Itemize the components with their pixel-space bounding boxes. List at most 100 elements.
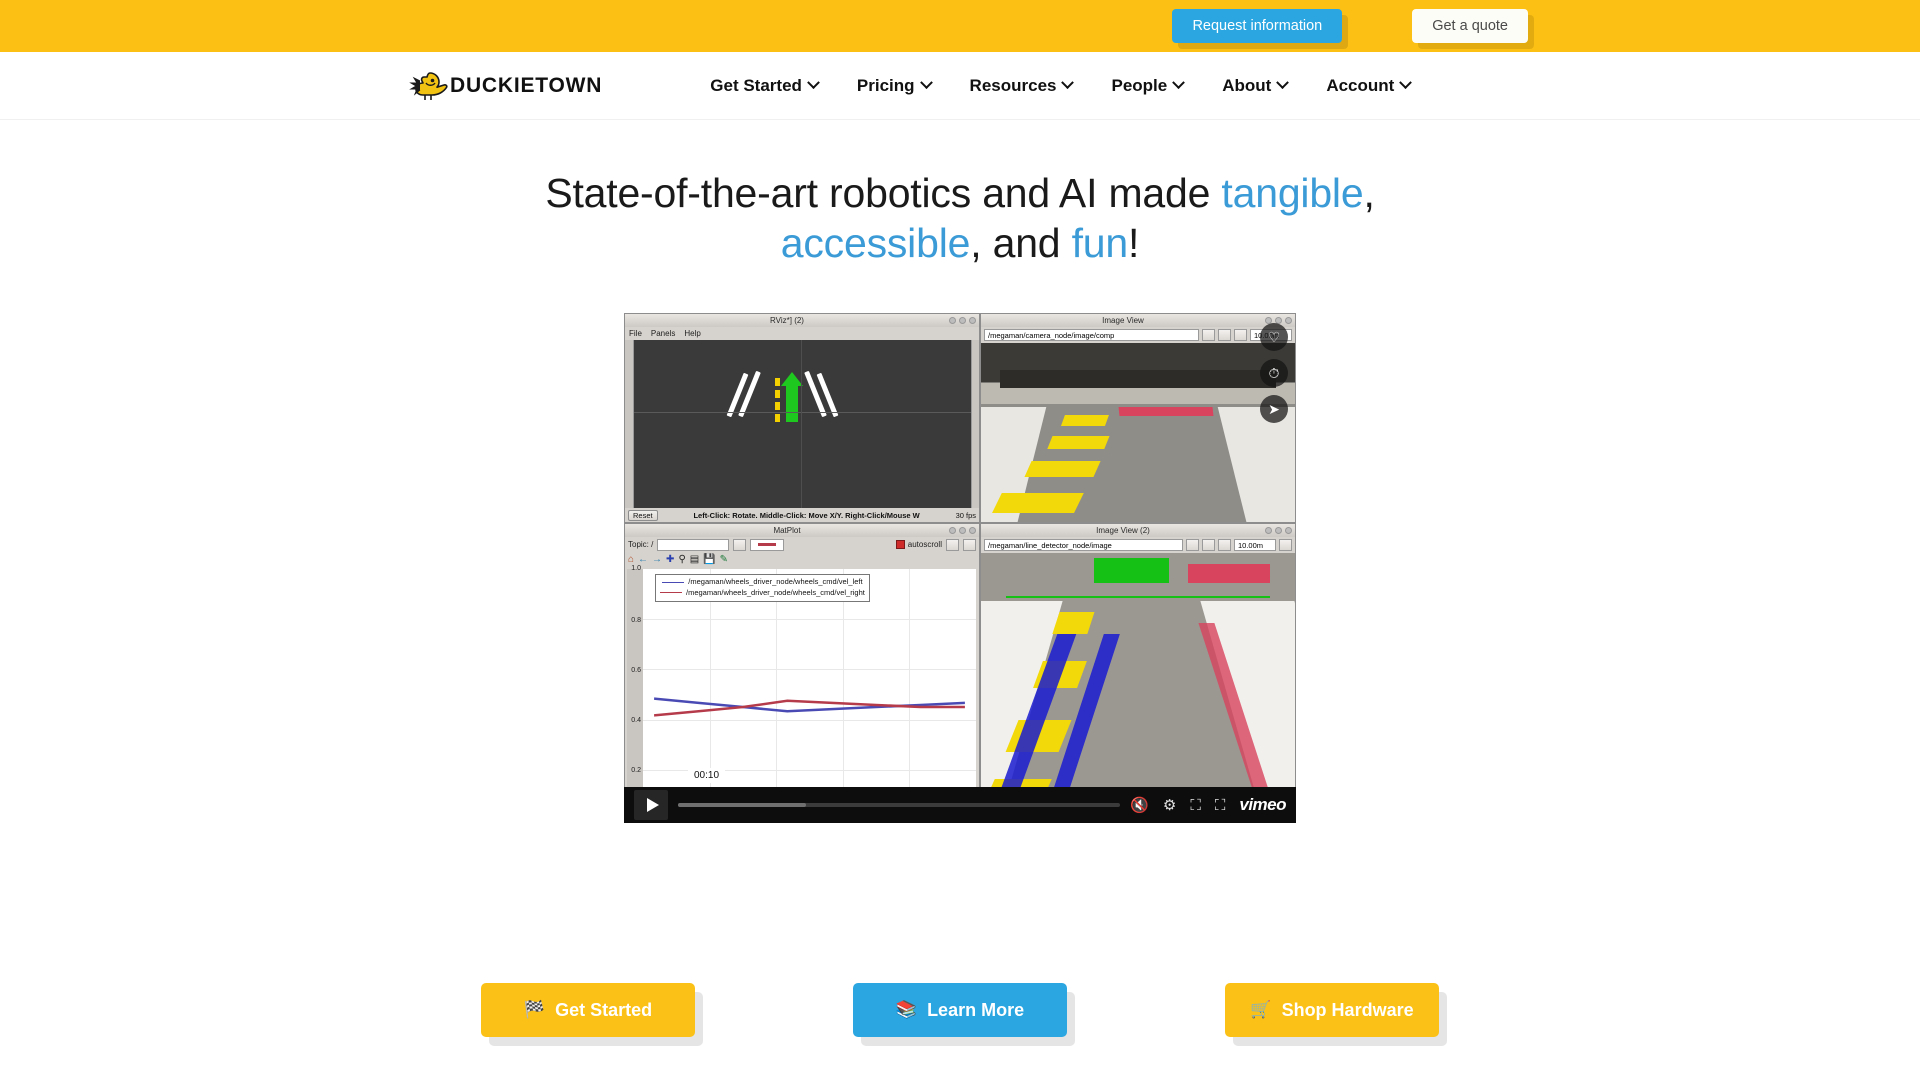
image-view-2-title: Image View (2) bbox=[1096, 526, 1150, 536]
books-icon: 📚 bbox=[895, 1000, 918, 1020]
image-view-1-topic-select[interactable]: /megaman/camera_node/image/comp bbox=[984, 329, 1199, 342]
edit-axis-icon[interactable]: ✎ bbox=[720, 554, 728, 565]
matplot-topic-row: Topic: / autoscroll bbox=[625, 537, 979, 553]
window-maximize-icon bbox=[959, 527, 966, 535]
rotate-icon[interactable] bbox=[1218, 539, 1231, 552]
nav-item-label: Account bbox=[1326, 75, 1395, 95]
get-started-label: Get Started bbox=[555, 999, 653, 1020]
save-icon[interactable] bbox=[1202, 539, 1215, 552]
home-icon[interactable]: ⌂ bbox=[628, 554, 634, 565]
legend-marker-vel-right bbox=[660, 592, 682, 594]
rviz-menu-panels: Panels bbox=[650, 329, 676, 339]
video-player[interactable]: RViz*] (2) File Panels Help Reset Left-C… bbox=[624, 313, 1296, 824]
window-close-icon bbox=[969, 317, 976, 325]
grid-horizon bbox=[634, 412, 971, 414]
configure-subplots-icon[interactable]: ▤ bbox=[690, 554, 699, 565]
chevron-down-icon bbox=[1276, 76, 1290, 90]
matplot-ytick: 0.4 bbox=[631, 717, 641, 725]
rviz-title: RViz*] (2) bbox=[770, 316, 804, 326]
headline-text-1: State-of-the-art robotics and AI made bbox=[545, 170, 1222, 216]
image-view-1-window: Image View /megaman/camera_node/image/co… bbox=[980, 313, 1296, 524]
matplot-topic-input[interactable] bbox=[657, 538, 730, 551]
nav-item-people[interactable]: People bbox=[1111, 76, 1186, 96]
site-header: DUCKIETOWN Get Started Pricing Resources… bbox=[0, 52, 1920, 120]
shop-hardware-button[interactable]: 🛒 Shop Hardware bbox=[1225, 983, 1439, 1038]
robot-pose-arrow bbox=[786, 382, 798, 423]
rotate-icon[interactable] bbox=[1234, 329, 1247, 342]
refresh-icon[interactable] bbox=[1186, 539, 1199, 552]
nav-item-label: About bbox=[1222, 75, 1272, 95]
headline-highlight-fun: fun bbox=[1071, 220, 1129, 267]
rviz-3d-viewport bbox=[625, 340, 979, 509]
rviz-menu-help: Help bbox=[684, 329, 701, 339]
cta-button-group: 🏁 Get Started 📚 Learn More 🛒 Shop Hardwa… bbox=[0, 983, 1920, 1038]
play-button[interactable] bbox=[634, 790, 668, 821]
window-maximize-icon bbox=[1275, 527, 1282, 535]
center-dash bbox=[775, 402, 780, 411]
zoom-rect-icon[interactable]: ⚲ bbox=[678, 554, 685, 565]
rviz-reset-button[interactable]: Reset bbox=[628, 509, 658, 521]
matplot-title: MatPlot bbox=[773, 526, 801, 536]
nav-item-pricing[interactable]: Pricing bbox=[856, 75, 933, 96]
video-controls-bar: 🔇 ⚙ ⛶ ⛶ vimeo bbox=[624, 787, 1296, 824]
nav-item-account[interactable]: Account bbox=[1326, 75, 1413, 96]
center-dash bbox=[775, 414, 780, 423]
refresh-icon[interactable] bbox=[1202, 329, 1215, 342]
main-navigation: Get Started Pricing Resources People Abo… bbox=[710, 75, 1413, 96]
share-icon[interactable]: ➤ bbox=[1260, 395, 1288, 424]
add-topic-icon[interactable] bbox=[733, 538, 747, 551]
save-figure-icon[interactable]: 💾 bbox=[703, 554, 715, 565]
matplot-legend: /megaman/wheels_driver_node/wheels_cmd/v… bbox=[655, 574, 870, 602]
matplot-autoscroll-toggle[interactable]: autoscroll bbox=[895, 540, 942, 550]
window-close-icon bbox=[1285, 527, 1292, 535]
vimeo-logo[interactable]: vimeo bbox=[1239, 795, 1286, 815]
chevron-down-icon bbox=[919, 76, 933, 90]
rviz-window: RViz*] (2) File Panels Help Reset Left-C… bbox=[624, 313, 980, 524]
back-arrow-icon[interactable]: ← bbox=[638, 554, 648, 565]
window-minimize-icon bbox=[1265, 527, 1272, 535]
clock-icon[interactable]: ⏱ bbox=[1260, 359, 1288, 388]
nav-item-about[interactable]: About bbox=[1222, 75, 1290, 96]
headline-highlight-accessible: accessible bbox=[780, 220, 971, 267]
request-information-button[interactable]: Request information bbox=[1172, 8, 1343, 44]
rviz-menu-file: File bbox=[629, 329, 642, 339]
get-a-quote-button[interactable]: Get a quote bbox=[1412, 8, 1528, 44]
picture-in-picture-icon[interactable]: ⛶ bbox=[1190, 798, 1201, 813]
video-progress-fill bbox=[678, 803, 807, 808]
save-icon[interactable] bbox=[1218, 329, 1231, 342]
pan-icon[interactable]: ✚ bbox=[666, 554, 674, 565]
forward-arrow-icon[interactable]: → bbox=[652, 554, 662, 565]
headline-text-4: ! bbox=[1128, 220, 1140, 267]
pause-icon[interactable] bbox=[946, 538, 959, 551]
logo-link[interactable]: DUCKIETOWN bbox=[406, 69, 602, 103]
image-view-2-window: Image View (2) /megaman/line_detector_no… bbox=[980, 523, 1296, 824]
nav-item-label: Pricing bbox=[856, 75, 915, 95]
get-started-button[interactable]: 🏁 Get Started bbox=[481, 983, 695, 1038]
fullscreen-icon[interactable]: ⛶ bbox=[1215, 798, 1226, 813]
matplot-ytick: 1.0 bbox=[631, 565, 641, 573]
matplot-color-select[interactable] bbox=[750, 538, 785, 551]
image-view-2-toolbar: /megaman/line_detector_node/image 10.00m bbox=[981, 537, 1295, 554]
clear-icon[interactable] bbox=[963, 538, 976, 551]
matplot-ytick: 0.6 bbox=[631, 666, 641, 674]
learn-more-button[interactable]: 📚 Learn More bbox=[853, 983, 1067, 1038]
heart-icon[interactable]: ♡ bbox=[1260, 323, 1288, 352]
fit-icon[interactable] bbox=[1279, 539, 1292, 552]
image-view-2-topic-select[interactable]: /megaman/line_detector_node/image bbox=[984, 539, 1183, 552]
volume-muted-icon[interactable]: 🔇 bbox=[1130, 798, 1149, 813]
gear-icon[interactable]: ⚙ bbox=[1163, 798, 1176, 813]
nav-item-resources[interactable]: Resources bbox=[970, 76, 1075, 96]
logo-wordmark: DUCKIETOWN bbox=[450, 73, 603, 97]
grid-vertical bbox=[801, 340, 802, 509]
video-scrubber[interactable] bbox=[678, 803, 1121, 808]
image-view-1-titlebar: Image View bbox=[981, 314, 1295, 328]
nav-item-get-started[interactable]: Get Started bbox=[710, 75, 820, 96]
nav-item-label: Get Started bbox=[710, 75, 802, 95]
chevron-down-icon bbox=[1399, 76, 1413, 90]
legend-label-vel-right: /megaman/wheels_driver_node/wheels_cmd/v… bbox=[686, 587, 865, 597]
chevron-down-icon bbox=[807, 76, 820, 90]
image-view-2-rate[interactable]: 10.00m bbox=[1234, 539, 1276, 552]
hero-section: State-of-the-art robotics and AI made ta… bbox=[0, 120, 1920, 824]
video-time-tooltip: 00:10 bbox=[688, 768, 726, 789]
rviz-status-hint: Left-Click: Rotate. Middle-Click: Move X… bbox=[693, 510, 920, 520]
